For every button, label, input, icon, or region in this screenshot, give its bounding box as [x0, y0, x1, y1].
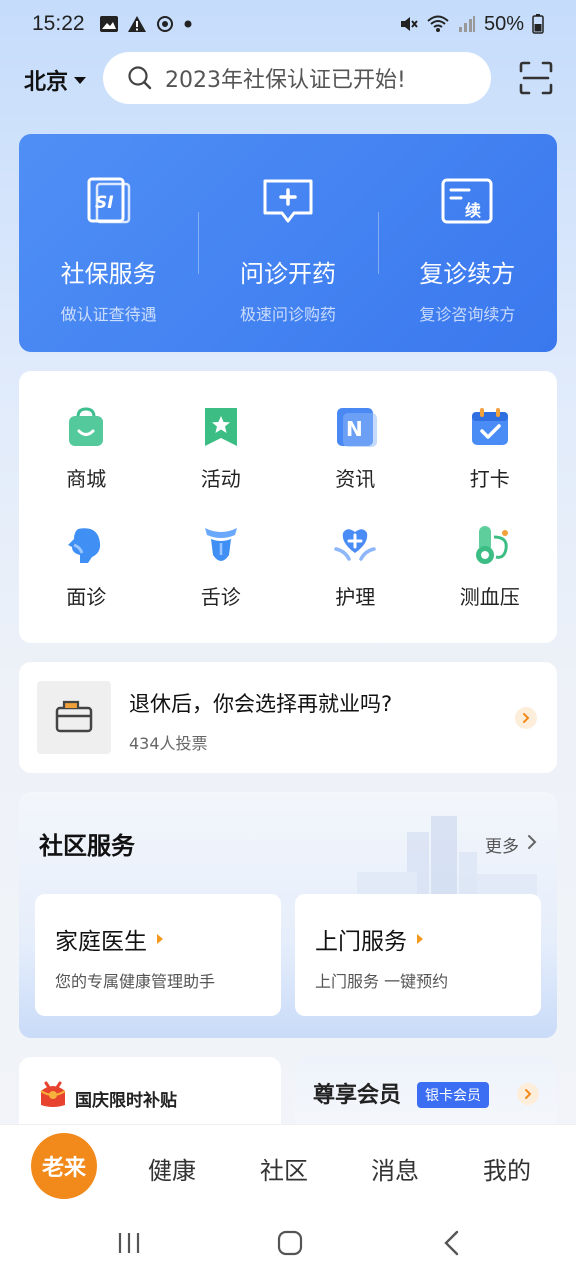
member-badge: 银卡会员 — [417, 1082, 489, 1108]
grid-item-blood-pressure[interactable]: 测血压 — [423, 523, 558, 641]
battery-icon — [532, 14, 544, 34]
grid-item-label: 面诊 — [66, 585, 107, 609]
red-envelope-icon — [37, 1079, 69, 1109]
header: 北京 2023年社保认证已开始! — [0, 50, 576, 106]
grid-item-label: 测血压 — [459, 585, 520, 609]
service-title: 复诊续方 — [419, 260, 516, 288]
city-label: 北京 — [24, 70, 69, 95]
grid-item-label: 资讯 — [335, 467, 376, 491]
social-security-icon: SI — [81, 176, 137, 228]
renew-prescription-icon: 续 — [439, 176, 495, 228]
briefcase-icon — [54, 698, 94, 738]
dot-icon — [183, 19, 193, 29]
tab-messages[interactable]: 消息 — [371, 1151, 419, 1186]
news-n-icon: N — [333, 405, 378, 449]
card-subtitle: 您的专属健康管理助手 — [55, 972, 216, 991]
mute-icon — [398, 14, 418, 34]
card-subtitle: 上门服务 一键预约 — [315, 972, 449, 991]
grid-item-label: 活动 — [200, 467, 241, 491]
chevron-right-icon — [527, 834, 537, 855]
search-bar[interactable]: 2023年社保认证已开始! — [103, 52, 491, 104]
card-title-text: 上门服务 — [315, 929, 407, 955]
back-icon[interactable] — [440, 1230, 466, 1260]
star-bookmark-icon — [199, 405, 243, 449]
alert-icon — [127, 15, 147, 33]
poll-question: 退休后，你会选择再就业吗? — [129, 692, 393, 716]
tab-home[interactable]: 老来 — [31, 1133, 97, 1199]
calendar-check-icon — [468, 405, 512, 449]
community-title: 社区服务 — [39, 832, 135, 860]
status-time: 15:22 — [32, 12, 85, 35]
battery-percent: 50% — [483, 12, 524, 35]
signal-icon — [458, 15, 476, 33]
grid-item-label: 舌诊 — [200, 585, 241, 609]
consult-icon — [260, 176, 316, 228]
home-button-icon[interactable] — [277, 1230, 303, 1260]
chevron-right-icon[interactable] — [515, 707, 537, 729]
service-renew[interactable]: 续 复诊续方 复诊咨询续方 — [377, 134, 557, 352]
service-social-security[interactable]: SI 社保服务 做认证查待遇 — [19, 134, 198, 352]
svg-text:续: 续 — [465, 201, 481, 220]
chevron-down-icon — [74, 76, 87, 84]
shop-bag-icon — [64, 405, 108, 449]
chevron-right-icon — [517, 1083, 539, 1105]
more-link[interactable]: 更多 — [485, 832, 537, 857]
sync-icon — [155, 14, 175, 34]
status-bar: 15:22 50% — [0, 0, 576, 48]
wifi-icon — [426, 14, 450, 34]
svg-text:N: N — [346, 417, 363, 441]
search-icon — [127, 65, 153, 91]
tongue-icon — [199, 523, 243, 567]
service-subtitle: 复诊咨询续方 — [419, 305, 516, 324]
grid-item-checkin[interactable]: 打卡 — [423, 405, 558, 523]
city-selector[interactable]: 北京 — [24, 64, 87, 96]
service-title: 社保服务 — [60, 260, 157, 288]
scan-icon[interactable] — [518, 60, 554, 96]
recent-apps-icon[interactable] — [116, 1230, 142, 1260]
poll-card[interactable]: 退休后，你会选择再就业吗? 434人投票 — [19, 662, 557, 773]
grid-item-label: 打卡 — [469, 467, 510, 491]
face-profile-icon — [64, 523, 108, 567]
bottom-tab-bar: 老来 健康 社区 消息 我的 — [0, 1124, 576, 1210]
tab-health[interactable]: 健康 — [148, 1151, 196, 1186]
card-title: 家庭医生 — [55, 922, 163, 956]
grid-item-label: 护理 — [335, 585, 376, 609]
promo-text: 国庆限时补贴 — [75, 1091, 177, 1111]
grid-item-shop[interactable]: 商城 — [19, 405, 154, 523]
tab-mine[interactable]: 我的 — [483, 1151, 531, 1186]
tab-community[interactable]: 社区 — [260, 1151, 308, 1186]
feature-grid: 商城 活动 N 资讯 打卡 面诊 舌诊 护理 测血压 — [19, 371, 557, 643]
service-subtitle: 极速问诊购药 — [239, 305, 336, 324]
service-banner: SI 社保服务 做认证查待遇 问诊开药 极速问诊购药 续 复诊续方 复诊咨询续方 — [19, 134, 557, 352]
family-doctor-card[interactable]: 家庭医生 您的专属健康管理助手 — [35, 894, 281, 1016]
community-section: 社区服务 更多 家庭医生 您的专属健康管理助手 上门服务 上门服务 一键预约 — [19, 792, 557, 1038]
poll-thumbnail — [37, 681, 111, 754]
card-title-text: 家庭医生 — [55, 929, 147, 955]
heart-hand-icon — [333, 523, 377, 567]
grid-item-tongue-diagnosis[interactable]: 舌诊 — [154, 523, 289, 641]
search-placeholder: 2023年社保认证已开始! — [165, 68, 406, 93]
service-consult[interactable]: 问诊开药 极速问诊购药 — [198, 134, 377, 352]
poll-votes: 434人投票 — [129, 734, 208, 753]
card-title: 上门服务 — [315, 922, 423, 956]
caret-right-icon — [417, 934, 423, 944]
system-nav-bar — [0, 1210, 576, 1280]
caret-right-icon — [157, 934, 163, 944]
grid-item-face-diagnosis[interactable]: 面诊 — [19, 523, 154, 641]
grid-item-news[interactable]: N 资讯 — [288, 405, 423, 523]
grid-item-activity[interactable]: 活动 — [154, 405, 289, 523]
thermometer-icon — [468, 523, 512, 567]
service-title: 问诊开药 — [239, 260, 336, 288]
home-service-card[interactable]: 上门服务 上门服务 一键预约 — [295, 894, 541, 1016]
more-label: 更多 — [485, 837, 519, 857]
service-subtitle: 做认证查待遇 — [60, 305, 157, 324]
vip-title: 尊享会员 — [313, 1083, 402, 1108]
svg-text:SI: SI — [95, 193, 114, 213]
grid-item-nursing[interactable]: 护理 — [288, 523, 423, 641]
grid-item-label: 商城 — [66, 467, 107, 491]
image-icon — [99, 15, 119, 33]
